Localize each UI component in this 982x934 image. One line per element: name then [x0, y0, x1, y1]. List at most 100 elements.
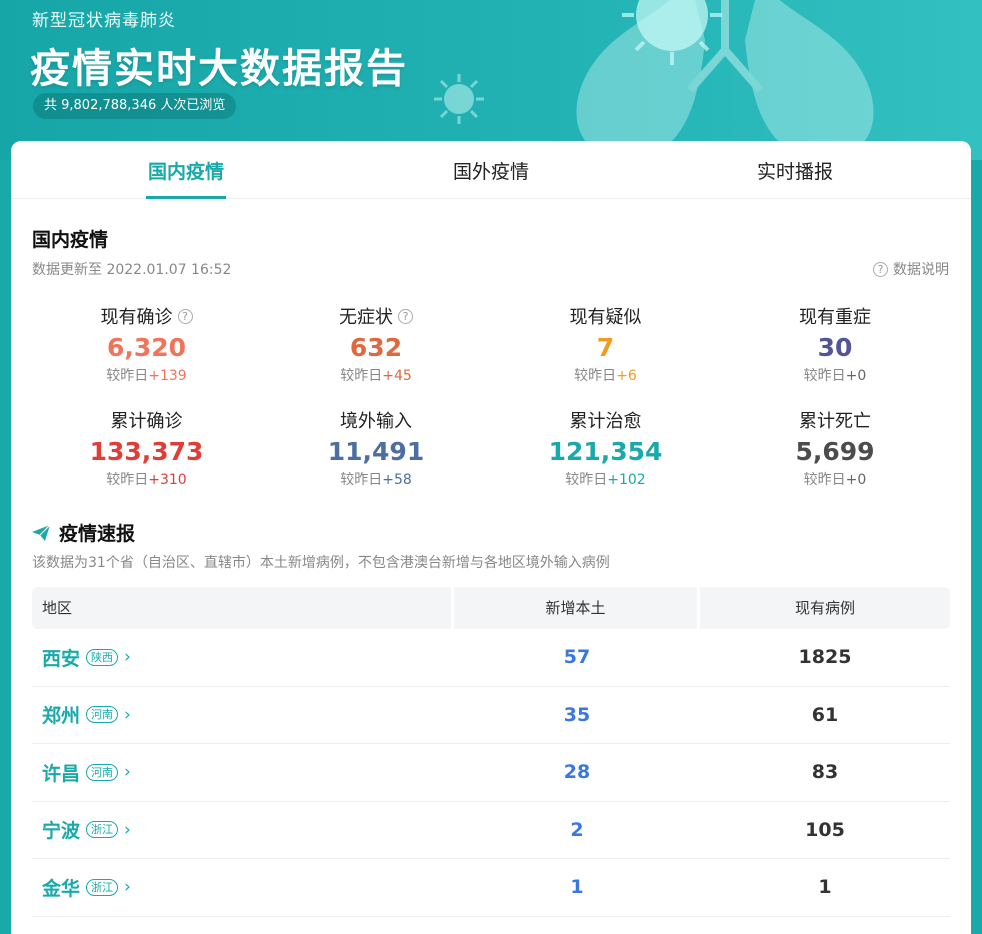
stat-compare: 较昨日+58 — [262, 469, 491, 489]
virus-icon — [622, 0, 722, 65]
stat-compare: 较昨日+102 — [491, 469, 720, 489]
province-badge: 浙江 — [86, 878, 119, 896]
stat-label-text: 累计确诊 — [110, 411, 183, 432]
compare-prefix: 较昨日 — [340, 368, 383, 384]
column-header-new-local: 新增本土 — [454, 587, 700, 629]
province-badge: 河南 — [86, 706, 119, 724]
stat-value: 11,491 — [327, 437, 425, 466]
new-local-cell: 2 — [570, 818, 584, 841]
stat-label-text: 无症状 — [339, 307, 393, 328]
new-local-cell: 28 — [563, 761, 591, 784]
help-icon[interactable]: ? — [398, 308, 413, 324]
new-local-cell: 57 — [563, 646, 591, 669]
stat-label-text: 现有重症 — [799, 307, 871, 328]
table-row[interactable]: 许昌 河南 › 28 83 — [32, 744, 950, 802]
compare-prefix: 较昨日 — [340, 472, 383, 488]
tab-international[interactable]: 国外疫情 — [449, 141, 533, 199]
stat-delta: +102 — [607, 472, 646, 488]
header-subtitle: 新型冠状病毒肺炎 — [32, 11, 176, 31]
stat-label: 无症状? — [262, 303, 491, 329]
stat-value: 30 — [817, 333, 853, 362]
chevron-right-icon: › — [124, 819, 131, 840]
compare-prefix: 较昨日 — [574, 368, 617, 384]
table-row[interactable]: 郑州 河南 › 35 61 — [32, 687, 950, 744]
table-body: 西安 陕西 › 57 1825 郑州 河南 › 35 61 许昌 河南 › 28 83 宁波 浙江 › 2 105 金华… — [32, 629, 950, 917]
news-description: 该数据为31个省（自治区、直辖市）本土新增病例，不包含港澳台新增与各地区境外输入… — [32, 555, 610, 571]
news-section-title: 疫情速报 — [59, 523, 136, 545]
region-cell[interactable]: 许昌 河南 › — [32, 759, 454, 786]
table-row[interactable]: 宁波 浙江 › 2 105 — [32, 802, 950, 859]
stat-value: 5,699 — [795, 437, 875, 466]
compare-prefix: 较昨日 — [803, 368, 846, 384]
region-cell[interactable]: 郑州 河南 › — [32, 701, 454, 728]
city-name: 西安 — [42, 647, 81, 670]
current-cases-cell: 83 — [811, 761, 839, 784]
table-header: 地区 新增本土 现有病例 — [32, 587, 950, 629]
stat-delta: +139 — [148, 368, 187, 384]
stat-label: 现有重症 — [721, 303, 950, 329]
data-explanation-link[interactable]: ? 数据说明 — [873, 259, 949, 279]
region-cell[interactable]: 金华 浙江 › — [32, 874, 454, 901]
view-count-badge: 共 9,802,788,346 人次已浏览 — [33, 93, 237, 119]
stat-compare: 较昨日+310 — [32, 469, 261, 489]
stat-value: 121,354 — [548, 437, 663, 466]
virus-small-icon — [434, 74, 484, 124]
header-banner: 新型冠状病毒肺炎 疫情实时大数据报告 共 9,802,788,346 人次已浏览 — [0, 0, 982, 160]
stat-label: 现有确诊? — [32, 303, 261, 329]
stat-value: 6,320 — [106, 333, 187, 362]
stat-label: 累计死亡 — [721, 407, 950, 433]
stat-card: 累计确诊 133,373 较昨日+310 — [32, 407, 261, 489]
stat-delta: +0 — [845, 368, 867, 384]
current-cases-cell: 1825 — [798, 646, 852, 669]
stat-compare: 较昨日+0 — [721, 365, 950, 385]
stat-label: 境外输入 — [262, 407, 491, 433]
table-row[interactable]: 西安 陕西 › 57 1825 — [32, 629, 950, 687]
column-header-current: 现有病例 — [794, 599, 855, 617]
stat-delta: +58 — [382, 472, 412, 488]
stat-compare: 较昨日+45 — [262, 365, 491, 385]
stat-value: 7 — [596, 333, 615, 362]
stat-compare: 较昨日+0 — [721, 469, 950, 489]
stat-delta: +6 — [616, 368, 637, 384]
region-cell[interactable]: 西安 陕西 › — [32, 644, 454, 671]
tab-bar: 国内疫情 国外疫情 实时播报 — [11, 141, 971, 199]
stat-delta: +45 — [382, 368, 412, 384]
stat-label-text: 累计死亡 — [799, 411, 871, 432]
region-cell[interactable]: 宁波 浙江 › — [32, 816, 454, 843]
city-name: 郑州 — [42, 705, 81, 728]
new-local-cell: 35 — [563, 703, 591, 726]
stat-card: 现有疑似 7 较昨日+6 — [491, 303, 720, 385]
page-title: 疫情实时大数据报告 — [30, 46, 408, 92]
new-local-cell: 1 — [570, 876, 584, 899]
stat-label: 现有疑似 — [491, 303, 720, 329]
compare-prefix: 较昨日 — [803, 472, 846, 488]
stat-label-text: 境外输入 — [340, 411, 412, 432]
city-name: 许昌 — [42, 762, 81, 785]
stat-label-text: 累计治愈 — [569, 411, 642, 432]
paper-plane-icon — [32, 524, 50, 541]
stat-card: 累计治愈 121,354 较昨日+102 — [491, 407, 720, 489]
stat-delta: +0 — [845, 472, 867, 488]
help-icon[interactable]: ? — [177, 308, 193, 324]
table-row[interactable]: 金华 浙江 › 1 1 — [32, 859, 950, 917]
tab-domestic[interactable]: 国内疫情 — [146, 141, 226, 199]
stat-card: 境外输入 11,491 较昨日+58 — [262, 407, 491, 489]
data-explanation-label: 数据说明 — [893, 262, 949, 278]
stat-value: 133,373 — [89, 437, 204, 466]
chevron-right-icon: › — [124, 762, 131, 783]
city-name: 金华 — [42, 877, 81, 900]
news-header: 疫情速报 — [32, 519, 135, 546]
chevron-right-icon: › — [124, 647, 131, 668]
stat-card: 无症状? 632 较昨日+45 — [262, 303, 491, 385]
update-timestamp: 数据更新至 2022.01.07 16:52 — [32, 262, 232, 278]
stat-card: 累计死亡 5,699 较昨日+0 — [721, 407, 950, 489]
stat-label: 累计确诊 — [32, 407, 261, 433]
stat-compare: 较昨日+139 — [32, 365, 261, 385]
chevron-right-icon: › — [124, 877, 131, 898]
province-badge: 浙江 — [86, 821, 119, 839]
stat-compare: 较昨日+6 — [491, 365, 720, 385]
stat-label: 累计治愈 — [491, 407, 720, 433]
province-badge: 河南 — [86, 763, 119, 781]
tab-live-broadcast[interactable]: 实时播报 — [753, 141, 837, 199]
compare-prefix: 较昨日 — [106, 472, 149, 488]
